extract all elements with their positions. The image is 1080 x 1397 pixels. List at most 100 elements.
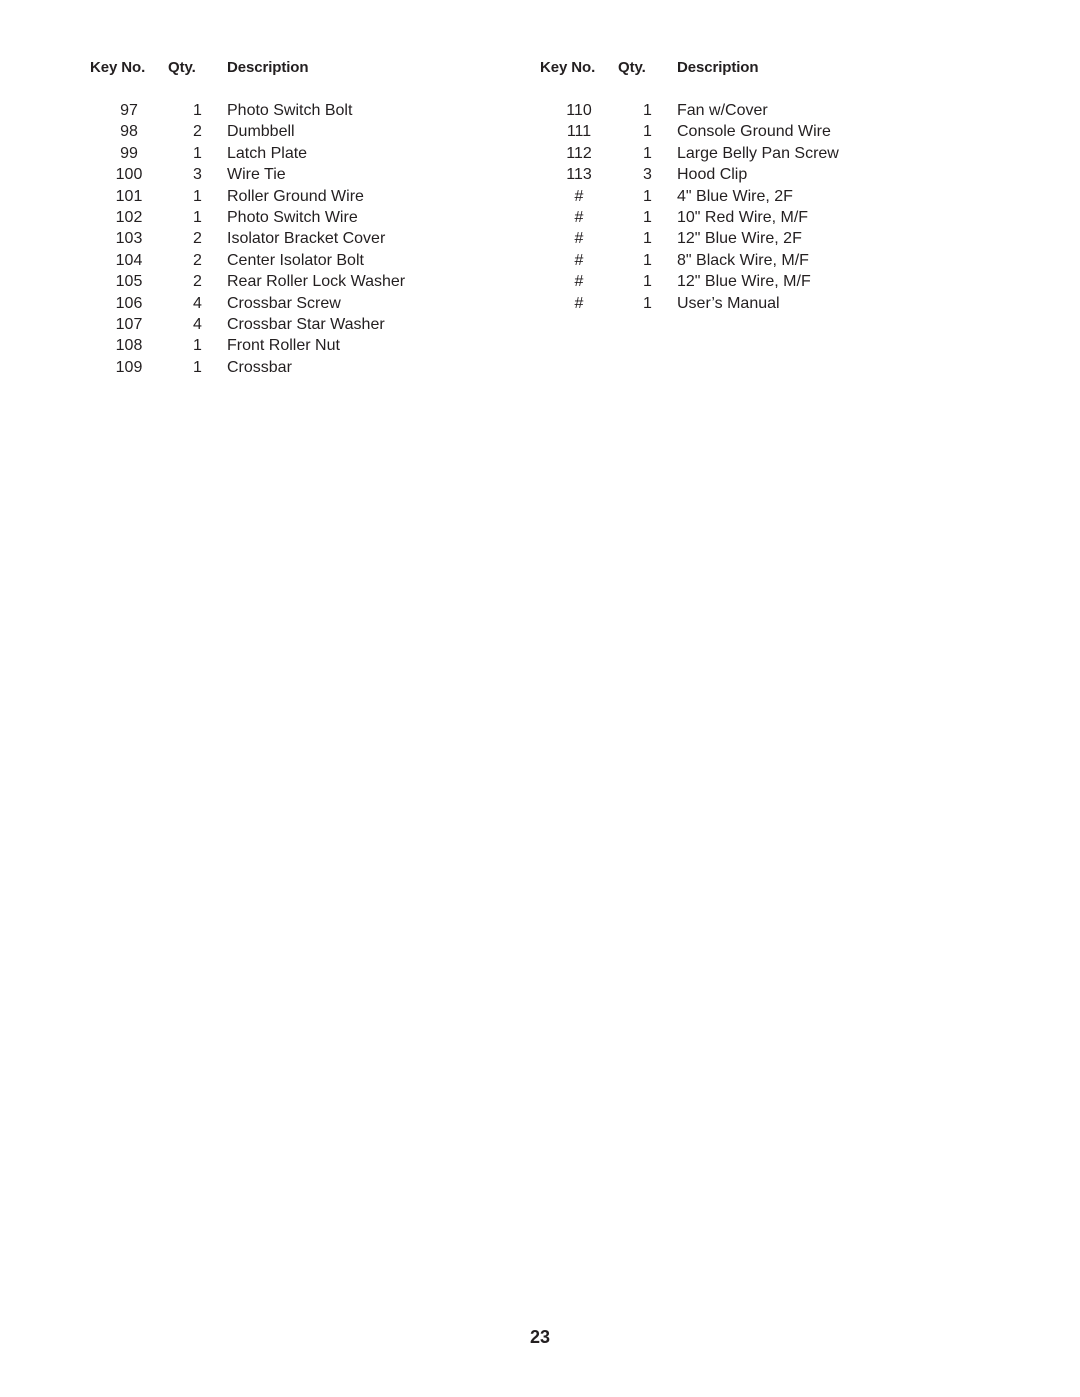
parts-column-right: Key No. Qty. Description 110 1 Fan w/Cover… [540, 56, 990, 314]
cell-key-no: 101 [115, 187, 143, 205]
column-header-description: Description [227, 59, 309, 76]
parts-table-left-header: Key No. Qty. Description [90, 56, 510, 100]
cell-description: Front Roller Nut [227, 337, 340, 355]
cell-key-no: 111 [566, 123, 592, 141]
parts-column-left: Key No. Qty. Description 97 1 Photo Switch… [90, 56, 540, 378]
cell-key-no: 107 [115, 316, 143, 334]
table-row: 100 3 Wire Tie [90, 164, 510, 185]
cell-description: 12" Blue Wire, M/F [677, 273, 811, 291]
cell-key-no: # [574, 209, 584, 227]
cell-description: Wire Tie [227, 166, 286, 184]
cell-qty: 1 [643, 209, 652, 227]
cell-qty: 1 [643, 230, 652, 248]
cell-qty: 3 [643, 166, 652, 184]
spacer-cell [677, 80, 960, 100]
table-row: 98 2 Dumbbell [90, 121, 510, 142]
spacer-cell [90, 80, 168, 100]
cell-key-no: 100 [115, 166, 143, 184]
cell-key-no: 102 [115, 209, 143, 227]
cell-qty: 2 [193, 251, 202, 269]
cell-description: Hood Clip [677, 166, 748, 184]
cell-description: Fan w/Cover [677, 102, 768, 119]
cell-key-no: 113 [566, 166, 592, 184]
cell-key-no: 103 [115, 230, 143, 248]
cell-description: 12" Blue Wire, 2F [677, 230, 802, 248]
cell-qty: 1 [643, 144, 652, 162]
cell-key-no: 105 [115, 273, 143, 291]
cell-description: Isolator Bracket Cover [227, 230, 386, 248]
parts-table-right-header: Key No. Qty. Description [540, 56, 960, 100]
cell-description: Large Belly Pan Screw [677, 144, 839, 162]
spacer-cell [168, 80, 227, 100]
cell-description: Dumbbell [227, 123, 295, 141]
parts-table-left-body: 97 1 Photo Switch Bolt 98 2 Dumbbell 99 1 Latc… [90, 100, 510, 378]
table-row: 106 4 Crossbar Screw [90, 293, 510, 314]
parts-table-right: Key No. Qty. Description 110 1 Fan w/Cover… [540, 56, 960, 314]
cell-qty: 1 [193, 144, 202, 162]
table-row: 104 2 Center Isolator Bolt [90, 250, 510, 271]
cell-key-no: 106 [115, 294, 143, 312]
cell-qty: 1 [643, 273, 652, 291]
column-header-key-no: Key No. [90, 59, 146, 76]
table-row: 110 1 Fan w/Cover [540, 100, 960, 121]
header-row: Key No. Qty. Description [540, 56, 960, 80]
column-header-description: Description [677, 59, 759, 76]
cell-description: Latch Plate [227, 144, 308, 162]
cell-description: User’s Manual [677, 294, 780, 312]
cell-qty: 3 [193, 166, 202, 184]
table-row: 103 2 Isolator Bracket Cover [90, 228, 510, 249]
cell-key-no: 104 [115, 251, 143, 269]
cell-key-no: # [574, 273, 584, 291]
cell-qty: 1 [643, 251, 652, 269]
cell-key-no: 108 [115, 337, 143, 355]
table-row: 108 1 Front Roller Nut [90, 335, 510, 356]
cell-qty: 1 [193, 187, 202, 205]
cell-key-no: 112 [566, 144, 592, 162]
cell-qty: 1 [193, 337, 202, 355]
table-row: #1 12" Blue Wire, M/F [540, 271, 960, 292]
cell-qty: 4 [193, 294, 202, 312]
cell-description: Photo Switch Bolt [227, 102, 353, 119]
cell-description: Crossbar Star Washer [227, 316, 385, 334]
table-row: 105 2 Rear Roller Lock Washer [90, 271, 510, 292]
cell-qty: 4 [193, 316, 202, 334]
cell-description: 8" Black Wire, M/F [677, 251, 809, 269]
table-row: 99 1 Latch Plate [90, 143, 510, 164]
cell-qty: 2 [193, 273, 202, 291]
header-spacer-row [540, 80, 960, 100]
cell-qty: 1 [643, 102, 652, 119]
table-row: #1 8" Black Wire, M/F [540, 250, 960, 271]
cell-description: 10" Red Wire, M/F [677, 209, 809, 227]
column-header-key-no: Key No. [540, 59, 596, 76]
table-row: #1 12" Blue Wire, 2F [540, 228, 960, 249]
cell-key-no: 97 [120, 102, 138, 119]
cell-qty: 1 [193, 102, 202, 119]
cell-qty: 1 [193, 358, 202, 376]
spacer-cell [540, 80, 618, 100]
header-spacer-row [90, 80, 510, 100]
table-row: 109 1 Crossbar [90, 357, 510, 378]
table-row: 113 3 Hood Clip [540, 164, 960, 185]
cell-key-no: # [574, 294, 584, 312]
cell-description: Crossbar [227, 358, 292, 376]
cell-qty: 1 [643, 123, 652, 141]
cell-key-no: 99 [120, 144, 138, 162]
cell-key-no: # [574, 230, 584, 248]
parts-table-left: Key No. Qty. Description 97 1 Photo Switch… [90, 56, 510, 378]
column-header-qty: Qty. [618, 59, 646, 76]
table-row: #1 4" Blue Wire, 2F [540, 186, 960, 207]
table-row: 97 1 Photo Switch Bolt [90, 100, 510, 121]
page-number: 23 [529, 1327, 551, 1347]
cell-key-no: 109 [115, 358, 143, 376]
cell-qty: 1 [193, 209, 202, 227]
table-row: 101 1 Roller Ground Wire [90, 186, 510, 207]
cell-description: Roller Ground Wire [227, 187, 364, 205]
cell-description: Photo Switch Wire [227, 209, 358, 227]
cell-key-no: # [574, 251, 584, 269]
cell-description: 4" Blue Wire, 2F [677, 187, 793, 205]
cell-qty: 2 [193, 123, 202, 141]
cell-description: Console Ground Wire [677, 123, 831, 141]
cell-key-no: 110 [566, 102, 592, 119]
table-row: #1 10" Red Wire, M/F [540, 207, 960, 228]
spacer-cell [227, 80, 510, 100]
